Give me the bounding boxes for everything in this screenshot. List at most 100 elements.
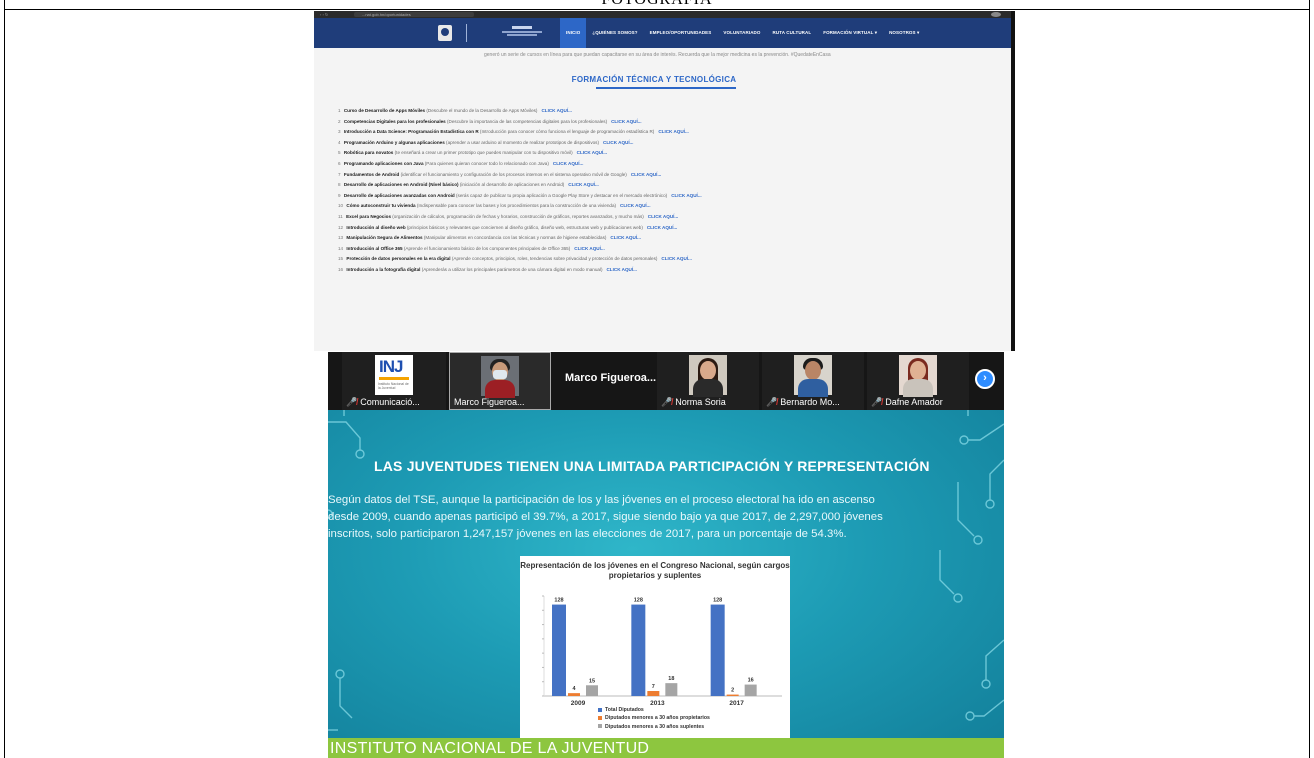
bar-chart: 128 4 15 2009 128 7 18 2013 128 2 16 2017 Represent… bbox=[520, 556, 790, 742]
course-name: Excel para Negocios bbox=[346, 213, 391, 219]
browser-url-bar[interactable]: ...nat.gob.hn/oportunidades bbox=[354, 12, 474, 17]
course-link[interactable]: CLICK AQUÍ... bbox=[606, 267, 636, 272]
course-description: (Aprende conceptos, principios, roles, t… bbox=[451, 256, 658, 262]
legend-item: Total Diputados bbox=[598, 706, 710, 714]
participant-tile-comunicacion[interactable]: INJ Instituto Nacional de la Juventud 🎤̸… bbox=[342, 352, 446, 410]
course-list-item: 3 Introducción a Data Science: Programac… bbox=[338, 127, 998, 138]
course-link[interactable]: CLICK AQUÍ... bbox=[541, 108, 571, 113]
browser-profile-icon[interactable] bbox=[991, 12, 1001, 17]
legend-item: Diputados menores a 30 años suplentes bbox=[598, 723, 710, 731]
course-list: 1 Curso de Desarrollo de Apps Móviles (D… bbox=[338, 106, 998, 276]
course-link[interactable]: CLICK AQUÍ... bbox=[603, 140, 633, 145]
course-link[interactable]: CLICK AQUÍ... bbox=[568, 182, 598, 187]
course-number: 4 bbox=[338, 139, 341, 145]
course-description: (Para quienes quieran conocer todo lo re… bbox=[424, 160, 549, 166]
course-description: (Indispensable para conocer las bases y … bbox=[416, 203, 617, 209]
course-description: (Aprenderás a utilizar los principales p… bbox=[421, 266, 603, 272]
course-list-item: 10 Cómo autoconstruir tu vivienda (Indis… bbox=[338, 201, 998, 212]
course-link[interactable]: CLICK AQUÍ... bbox=[574, 246, 604, 251]
website-screenshot: ‹ › ↻ ...nat.gob.hn/oportunidades INICIO… bbox=[314, 11, 1015, 351]
site-nav-menu: INICIO ¿QUIÉNES SOMOS? EMPLEO/OPORTUNIDADE… bbox=[560, 18, 925, 48]
course-description: (te enseñará a crear un primer prototipo… bbox=[394, 150, 573, 156]
bar-2009-series-0 bbox=[552, 604, 566, 696]
course-name: Introducción a Data Science: Programació… bbox=[343, 129, 479, 135]
course-number: 8 bbox=[338, 182, 341, 188]
muted-mic-icon: 🎤̸ bbox=[871, 397, 883, 407]
chart-title: Representación de los jóvenes en el Cong… bbox=[520, 561, 790, 580]
nav-item[interactable]: FORMACIÓN VIRTUAL ▾ bbox=[817, 18, 883, 48]
data-label: 16 bbox=[748, 678, 754, 684]
muted-mic-icon: 🎤̸ bbox=[766, 397, 778, 407]
data-label: 15 bbox=[589, 678, 595, 684]
course-link[interactable]: CLICK AQUÍ... bbox=[671, 193, 701, 198]
participant-name: 🎤̸ Dafne Amador bbox=[871, 397, 943, 407]
data-label: 2 bbox=[731, 688, 734, 694]
legend-item: Diputados menores a 30 años propietarios bbox=[598, 714, 710, 722]
browser-url-text: ...nat.gob.hn/oportunidades bbox=[362, 12, 411, 17]
course-link[interactable]: CLICK AQUÍ... bbox=[631, 172, 661, 177]
data-label: 128 bbox=[713, 598, 722, 604]
course-link[interactable]: CLICK AQUÍ... bbox=[658, 129, 688, 134]
course-name: Introducción a la fotografía digital bbox=[346, 266, 421, 272]
participant-tile-norma[interactable]: 🎤̸ Norma Soria bbox=[657, 352, 759, 410]
site-navbar: INICIO ¿QUIÉNES SOMOS? EMPLEO/OPORTUNIDADE… bbox=[314, 18, 1011, 48]
course-number: 16 bbox=[338, 266, 344, 272]
participant-name: 🎤̸ Norma Soria bbox=[661, 397, 726, 407]
course-list-item: 4 Programación Arduino y algunas aplicac… bbox=[338, 138, 998, 149]
course-list-item: 8 Desarrollo de aplicaciones en Android … bbox=[338, 180, 998, 191]
legend-label: Diputados menores a 30 años suplentes bbox=[605, 723, 705, 730]
browser-nav-icons[interactable]: ‹ › ↻ bbox=[320, 13, 328, 17]
course-link[interactable]: CLICK AQUÍ... bbox=[647, 225, 677, 230]
chevron-right-icon[interactable]: › bbox=[975, 369, 995, 389]
course-link[interactable]: CLICK AQUÍ... bbox=[577, 150, 607, 155]
course-link[interactable]: CLICK AQUÍ... bbox=[648, 214, 678, 219]
legend-label: Diputados menores a 30 años propietarios bbox=[605, 715, 710, 722]
bar-2013-series-2 bbox=[665, 683, 678, 696]
nav-item[interactable]: EMPLEO/OPORTUNIDADES bbox=[644, 18, 718, 48]
participant-video-norma bbox=[689, 355, 727, 397]
nav-item[interactable]: RUTA CULTURAL bbox=[767, 18, 818, 48]
course-name: Cómo autoconstruir tu vivienda bbox=[346, 203, 416, 209]
course-link[interactable]: CLICK AQUÍ... bbox=[553, 161, 583, 166]
document-header-text: FOTOGRAFIA bbox=[4, 0, 1310, 9]
slide-footer: INSTITUTO NACIONAL DE LA JUVENTUD bbox=[328, 738, 1004, 758]
course-link[interactable]: CLICK AQUÍ... bbox=[610, 235, 640, 240]
bar-2013-series-1 bbox=[647, 691, 660, 696]
nav-item[interactable]: NOSOTROS ▾ bbox=[883, 18, 925, 48]
course-description: (serás capaz de publicar tu propia aplic… bbox=[456, 192, 668, 198]
muted-mic-icon: 🎤̸ bbox=[346, 397, 358, 407]
nav-item[interactable]: VOLUNTARIADO bbox=[717, 18, 766, 48]
course-list-item: 15 Protección de datos personales en la … bbox=[338, 254, 998, 265]
bar-2017-series-0 bbox=[710, 604, 725, 696]
course-list-item: 14 Introducción al Office 365 (Aprende e… bbox=[338, 244, 998, 255]
participant-tile-bernardo[interactable]: 🎤̸ Bernardo Mo... bbox=[762, 352, 864, 410]
course-list-item: 5 Robótica para novatos (te enseñará a c… bbox=[338, 148, 998, 159]
course-name: Introducción al diseño web bbox=[346, 224, 406, 230]
course-name: Programando aplicaciones con Java bbox=[343, 160, 424, 166]
browser-toolbar: ‹ › ↻ ...nat.gob.hn/oportunidades bbox=[314, 11, 1011, 18]
presentation-slide: LAS JUVENTUDES TIENEN UNA LIMITADA PARTI… bbox=[328, 410, 1004, 758]
institution-logo[interactable] bbox=[498, 26, 546, 40]
data-label: 7 bbox=[652, 684, 655, 690]
document-header-cell: FOTOGRAFIA bbox=[4, 0, 1310, 10]
data-label: 18 bbox=[668, 676, 674, 682]
participant-video-dafne bbox=[899, 355, 937, 397]
course-link[interactable]: CLICK AQUÍ... bbox=[611, 119, 641, 124]
nav-item[interactable]: ¿QUIÉNES SOMOS? bbox=[586, 18, 643, 48]
bar-2017-series-1 bbox=[726, 694, 739, 696]
site-logo[interactable] bbox=[438, 23, 482, 43]
course-number: 9 bbox=[338, 192, 341, 198]
course-link[interactable]: CLICK AQUÍ... bbox=[661, 256, 691, 261]
course-link[interactable]: CLICK AQUÍ... bbox=[620, 203, 650, 208]
course-number: 7 bbox=[338, 171, 341, 177]
participant-tile-dafne[interactable]: 🎤̸ Dafne Amador bbox=[867, 352, 969, 410]
participant-tile-marco[interactable]: Marco Figueroa... bbox=[449, 352, 551, 410]
course-description: (iniciación al desarrollo de aplicacione… bbox=[459, 182, 565, 188]
course-number: 14 bbox=[338, 245, 344, 251]
logo-divider bbox=[466, 24, 467, 42]
bar-2017-series-2 bbox=[744, 684, 757, 696]
course-description: (organización de cálculos, programación … bbox=[392, 213, 644, 219]
data-label: 128 bbox=[554, 598, 563, 604]
nav-item[interactable]: INICIO bbox=[560, 18, 587, 48]
course-name: Curso de Desarrollo de Apps Móviles bbox=[343, 108, 426, 113]
